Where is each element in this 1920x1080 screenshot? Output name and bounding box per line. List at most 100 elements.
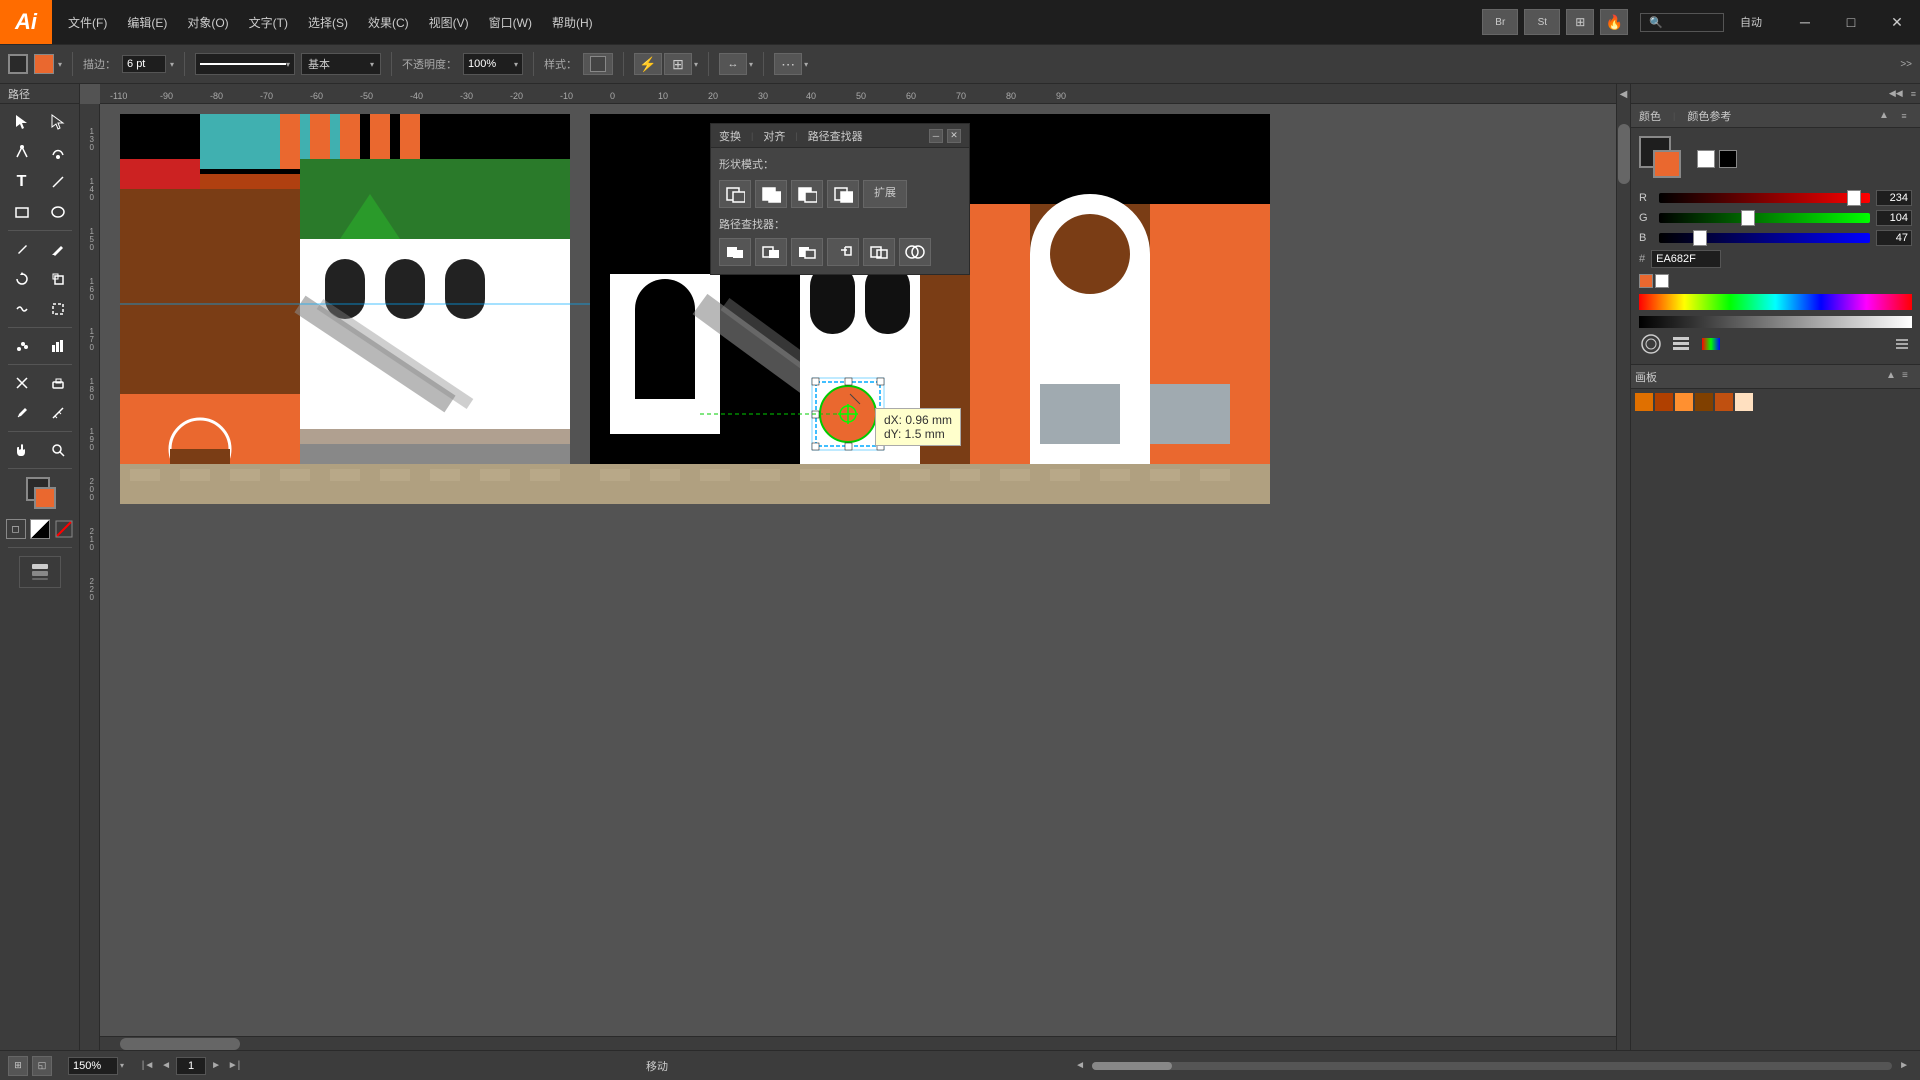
warp-tool[interactable]: [5, 295, 39, 323]
fp-expand-btn[interactable]: 扩展: [863, 180, 907, 208]
menu-edit[interactable]: 编辑(E): [119, 10, 175, 35]
arrange-dropdown[interactable]: ▾: [694, 60, 698, 69]
fp-pf-btn-3[interactable]: [791, 238, 823, 266]
minimize-button[interactable]: ─: [1782, 0, 1828, 44]
last-page-btn[interactable]: ►|: [226, 1058, 242, 1074]
fp-pf-btn-2[interactable]: [755, 238, 787, 266]
select-tool[interactable]: [5, 108, 39, 136]
fill-color-tb[interactable]: [8, 54, 28, 74]
stroke-value-input[interactable]: ▾: [122, 55, 174, 73]
color-spectrum[interactable]: [1639, 294, 1912, 310]
grid-icon[interactable]: ⊞: [1566, 9, 1594, 35]
sb-icon-1[interactable]: ⊞: [8, 1056, 28, 1076]
fp-shape-btn-4[interactable]: [827, 180, 859, 208]
color-tab[interactable]: 颜色: [1639, 108, 1661, 124]
menu-text[interactable]: 文字(T): [241, 10, 296, 35]
fill-swatch-tb[interactable]: [8, 54, 28, 74]
fp-close[interactable]: ✕: [947, 129, 961, 143]
none-color-btn[interactable]: ◻: [6, 519, 26, 539]
fp-minimize[interactable]: ─: [929, 129, 943, 143]
eraser-tool[interactable]: [41, 369, 75, 397]
r-value-input[interactable]: 234: [1876, 190, 1912, 206]
eyedropper-tool[interactable]: [5, 399, 39, 427]
fp-pf-btn-5[interactable]: [863, 238, 895, 266]
hand-tool[interactable]: [5, 436, 39, 464]
menu-help[interactable]: 帮助(H): [544, 10, 601, 35]
transform-dropdown[interactable]: ▾: [749, 60, 753, 69]
direct-select-tool[interactable]: [41, 108, 75, 136]
free-transform-tool[interactable]: [41, 295, 75, 323]
ref-swatch-4[interactable]: [1695, 393, 1713, 411]
ref-swatch-3[interactable]: [1675, 393, 1693, 411]
b-slider-track[interactable]: [1659, 233, 1870, 243]
sb-nav-right[interactable]: ►: [1896, 1058, 1912, 1074]
scrollbar-thumb-h[interactable]: [120, 1038, 240, 1050]
measure-tool[interactable]: [41, 399, 75, 427]
menu-effects[interactable]: 效果(C): [360, 10, 417, 35]
menu-object[interactable]: 对象(O): [179, 10, 236, 35]
slice-tool[interactable]: [5, 369, 39, 397]
arrange-btn-1[interactable]: ⚡: [634, 53, 662, 75]
chart-tool[interactable]: [41, 332, 75, 360]
more-dropdown[interactable]: ▾: [804, 60, 808, 69]
r-slider-thumb[interactable]: [1847, 190, 1861, 206]
stroke-swatch-tb[interactable]: ▾: [34, 54, 62, 74]
none-btn[interactable]: [54, 519, 74, 539]
style-swatch[interactable]: [583, 53, 613, 75]
color-panel-menu[interactable]: ≡: [1896, 108, 1912, 124]
br-button[interactable]: Br: [1482, 9, 1518, 35]
scrollbar-thumb-v[interactable]: [1618, 124, 1630, 184]
pen-tool[interactable]: [5, 138, 39, 166]
color-panel-more[interactable]: [1892, 334, 1912, 354]
ref-swatch-2[interactable]: [1655, 393, 1673, 411]
scale-tool[interactable]: [41, 265, 75, 293]
swatch-orange[interactable]: [1639, 274, 1653, 288]
stroke-swatch[interactable]: [34, 487, 56, 509]
line-tool[interactable]: [41, 168, 75, 196]
close-button[interactable]: ✕: [1874, 0, 1920, 44]
sb-icon-2[interactable]: ◱: [32, 1056, 52, 1076]
color-wheel-icon[interactable]: [1639, 332, 1663, 356]
arrange-btn-2[interactable]: ⊞: [664, 53, 692, 75]
flame-icon[interactable]: 🔥: [1600, 9, 1628, 35]
fp-pf-btn-1[interactable]: [719, 238, 751, 266]
fp-shape-btn-1[interactable]: [719, 180, 751, 208]
rotate-tool[interactable]: [5, 265, 39, 293]
menu-select[interactable]: 选择(S): [300, 10, 356, 35]
scrollbar-right[interactable]: [1616, 104, 1630, 1050]
basic-select[interactable]: 基本 ▾: [301, 53, 381, 75]
pencil-tool[interactable]: [41, 235, 75, 263]
black-swatch[interactable]: [1719, 150, 1737, 168]
ref-swatch-1[interactable]: [1635, 393, 1653, 411]
rp-expand-arrow[interactable]: ◀◀: [1889, 88, 1903, 99]
fp-shape-btn-2[interactable]: [755, 180, 787, 208]
st-button[interactable]: St: [1524, 9, 1560, 35]
g-slider-track[interactable]: [1659, 213, 1870, 223]
canvas-menu[interactable]: ≡: [1902, 370, 1916, 384]
color-bars-icon[interactable]: [1669, 332, 1693, 356]
add-anchor-tool[interactable]: [41, 138, 75, 166]
prev-page-btn[interactable]: ◄: [158, 1058, 174, 1074]
fp-pf-btn-4[interactable]: [827, 238, 859, 266]
maximize-button[interactable]: □: [1828, 0, 1874, 44]
more-btn[interactable]: ⋯: [774, 53, 802, 75]
opacity-input[interactable]: 100% ▾: [463, 53, 523, 75]
first-page-btn[interactable]: |◄: [140, 1058, 156, 1074]
r-slider-track[interactable]: [1659, 193, 1870, 203]
stroke-color-tb[interactable]: [34, 54, 54, 74]
fp-titlebar[interactable]: 变换 | 对齐 | 路径查找器 ─ ✕: [711, 124, 969, 148]
menu-window[interactable]: 窗口(W): [481, 10, 540, 35]
symbol-tool[interactable]: [5, 332, 39, 360]
gradient-btn[interactable]: [30, 519, 50, 539]
rp-menu-arrow[interactable]: ≡: [1911, 89, 1916, 99]
zoom-input[interactable]: 150%: [68, 1057, 118, 1075]
zoom-tool[interactable]: [41, 436, 75, 464]
b-value-input[interactable]: 47: [1876, 230, 1912, 246]
next-page-btn[interactable]: ►: [208, 1058, 224, 1074]
hex-input[interactable]: EA682F: [1651, 250, 1721, 268]
type-tool[interactable]: T: [5, 168, 39, 196]
b-slider-thumb[interactable]: [1693, 230, 1707, 246]
white-swatch[interactable]: [1697, 150, 1715, 168]
page-input[interactable]: 1: [176, 1057, 206, 1075]
ref-swatch-6[interactable]: [1735, 393, 1753, 411]
